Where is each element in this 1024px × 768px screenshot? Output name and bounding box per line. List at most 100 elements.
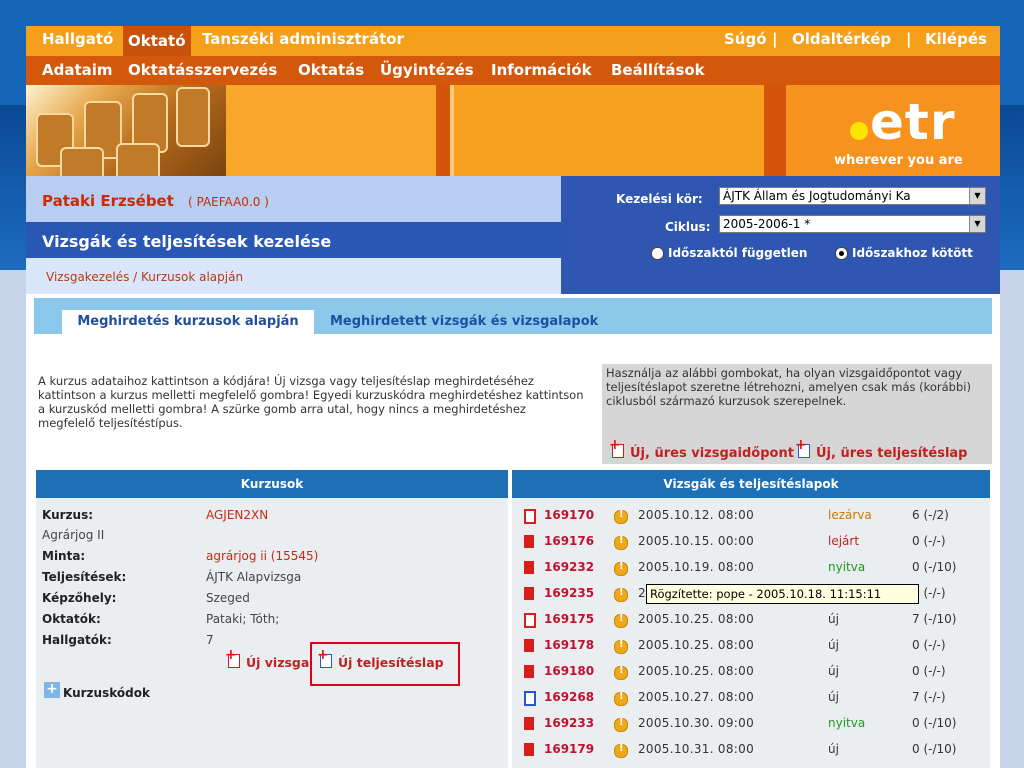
expand-plus-icon[interactable]: + — [44, 682, 60, 698]
exam-id-link[interactable]: 169180 — [544, 664, 594, 678]
document-icon[interactable] — [524, 717, 534, 730]
menu-oktatasszervezes[interactable]: Oktatásszervezés — [128, 61, 277, 79]
course-codes-label[interactable]: Kurzuskódok — [63, 686, 150, 700]
exam-status: lezárva — [828, 508, 872, 522]
logo-brand: etr — [870, 93, 956, 151]
teljesitesek-label: Teljesítések: — [42, 570, 127, 584]
exam-status: nyitva — [828, 716, 866, 730]
exam-count: 7 (-/10) — [912, 612, 957, 626]
exams-header: Vizsgák és teljesítéslapok — [512, 470, 990, 498]
menu-oktatas[interactable]: Oktatás — [298, 61, 364, 79]
exam-id-link[interactable]: 169232 — [544, 560, 594, 574]
exam-id-link[interactable]: 169179 — [544, 742, 594, 756]
teljesitesek-value: ÁJTK Alapvizsga — [206, 570, 302, 584]
exam-id-link[interactable]: 169175 — [544, 612, 594, 626]
document-icon[interactable] — [524, 691, 536, 706]
kezelesi-kor-label: Kezelési kör: — [616, 192, 703, 206]
info-coin-icon[interactable] — [614, 743, 628, 758]
main-menu-bar: Adataim Oktatásszervezés Oktatás Ügyinté… — [26, 56, 1000, 85]
info-coin-icon[interactable] — [614, 691, 628, 706]
document-icon[interactable] — [524, 639, 534, 652]
info-coin-icon[interactable] — [614, 561, 628, 576]
info-coin-icon[interactable] — [614, 639, 628, 654]
new-empty-exam-button[interactable]: Új, üres vizsgaidőpont — [609, 437, 794, 461]
new-exam-button[interactable]: Új vizsga — [225, 647, 309, 670]
exam-row: 169178 2005.10.25. 08:00 új 0 (-/-) — [520, 638, 990, 660]
document-icon[interactable] — [524, 587, 534, 600]
new-empty-sheet-label: Új, üres teljesítéslap — [816, 446, 968, 461]
highlight-box — [310, 642, 460, 686]
etr-logo: etr wherever you are — [786, 85, 1000, 176]
header-banner: etr wherever you are — [26, 85, 1000, 176]
exam-id-link[interactable]: 169268 — [544, 690, 594, 704]
exam-id-link[interactable]: 169178 — [544, 638, 594, 652]
courses-header: Kurzusok — [36, 470, 508, 498]
ciklus-label: Ciklus: — [665, 220, 711, 234]
nav-link-sugo[interactable]: Súgó — [724, 30, 767, 48]
exam-id-link[interactable]: 169170 — [544, 508, 594, 522]
document-icon[interactable] — [524, 535, 534, 548]
exam-id-link[interactable]: 169235 — [544, 586, 594, 600]
exam-id-link[interactable]: 169176 — [544, 534, 594, 548]
nav-sep: | — [906, 30, 912, 48]
kurzus-label: Kurzus: — [42, 508, 94, 522]
exam-row: 169180 2005.10.25. 08:00 új 0 (-/-) — [520, 664, 990, 686]
new-sheet-icon — [795, 437, 810, 458]
nav-role-oktato[interactable]: Oktató — [123, 26, 191, 56]
logo-tagline: wherever you are — [834, 153, 963, 168]
menu-beallitasok[interactable]: Beállítások — [611, 61, 705, 79]
hallgatok-value: 7 — [206, 633, 214, 647]
oktatok-label: Oktatók: — [42, 612, 101, 626]
exam-count: 7 (-/-) — [912, 690, 946, 704]
info-text: Használja az alábbi gombokat, ha olyan v… — [606, 366, 971, 408]
nav-link-kilepes[interactable]: Kilépés — [925, 30, 987, 48]
document-icon[interactable] — [524, 665, 534, 678]
minta-label: Minta: — [42, 549, 86, 563]
exam-date: 2005.10.31. 08:00 — [638, 742, 755, 756]
info-coin-icon[interactable] — [614, 613, 628, 628]
info-coin-icon[interactable] — [614, 509, 628, 524]
new-exam-icon — [225, 647, 240, 668]
document-icon[interactable] — [524, 509, 536, 524]
tab-announced-exams[interactable]: Meghirdetett vizsgák és vizsgalapok — [330, 310, 598, 334]
kezelesi-kor-select[interactable]: ÁJTK Állam és Jogtudományi Ka ▼ — [719, 187, 986, 205]
exam-row: 169175 2005.10.25. 08:00 új 7 (-/10) — [520, 612, 990, 634]
logo-dot — [850, 122, 868, 140]
exam-date: 2005.10.30. 09:00 — [638, 716, 755, 730]
exam-date: 2005.10.19. 08:00 — [638, 560, 755, 574]
exam-status: új — [828, 664, 839, 678]
kezelesi-kor-value: ÁJTK Állam és Jogtudományi Ka — [723, 189, 911, 203]
nav-link-oldalterkep[interactable]: Oldaltérkép — [792, 30, 891, 48]
document-icon[interactable] — [524, 613, 536, 628]
kepzohely-value: Szeged — [206, 591, 250, 605]
info-coin-icon[interactable] — [614, 535, 628, 550]
menu-ugyintezes[interactable]: Ügyintézés — [380, 61, 474, 79]
menu-informaciok[interactable]: Információk — [491, 61, 592, 79]
exam-id-link[interactable]: 169233 — [544, 716, 594, 730]
info-coin-icon[interactable] — [614, 587, 628, 602]
minta-link[interactable]: agrárjog ii (15545) — [206, 549, 318, 563]
new-empty-sheet-button[interactable]: Új, üres teljesítéslap — [795, 437, 968, 461]
tab-by-course[interactable]: Meghirdetés kurzusok alapján — [62, 310, 314, 334]
exam-row: 169179 2005.10.31. 08:00 új 0 (-/10) — [520, 742, 990, 764]
exam-status: új — [828, 690, 839, 704]
ciklus-select[interactable]: 2005-2006-1 * ▼ — [719, 215, 986, 233]
kurzus-code-link[interactable]: AGJEN2XN — [206, 508, 268, 522]
nav-role-hallgato[interactable]: Hallgató — [42, 30, 113, 48]
radio-independent-label: Időszaktól független — [668, 246, 808, 260]
breadcrumb: Vizsgakezelés / Kurzusok alapján — [46, 270, 244, 284]
radio-independent[interactable] — [651, 247, 664, 260]
info-coin-icon[interactable] — [614, 665, 628, 680]
user-name: Pataki Erzsébet — [42, 192, 174, 210]
radio-bound[interactable] — [835, 247, 848, 260]
nav-role-admin[interactable]: Tanszéki adminisztrátor — [202, 30, 404, 48]
hallgatok-label: Hallgatók: — [42, 633, 112, 647]
document-icon[interactable] — [524, 561, 534, 574]
exam-count: 6 (-/2) — [912, 508, 949, 522]
info-coin-icon[interactable] — [614, 717, 628, 732]
dropdown-arrow-icon: ▼ — [969, 188, 985, 204]
new-document-icon — [609, 437, 624, 458]
exam-status: nyitva — [828, 560, 866, 574]
menu-adataim[interactable]: Adataim — [42, 61, 113, 79]
document-icon[interactable] — [524, 743, 534, 756]
